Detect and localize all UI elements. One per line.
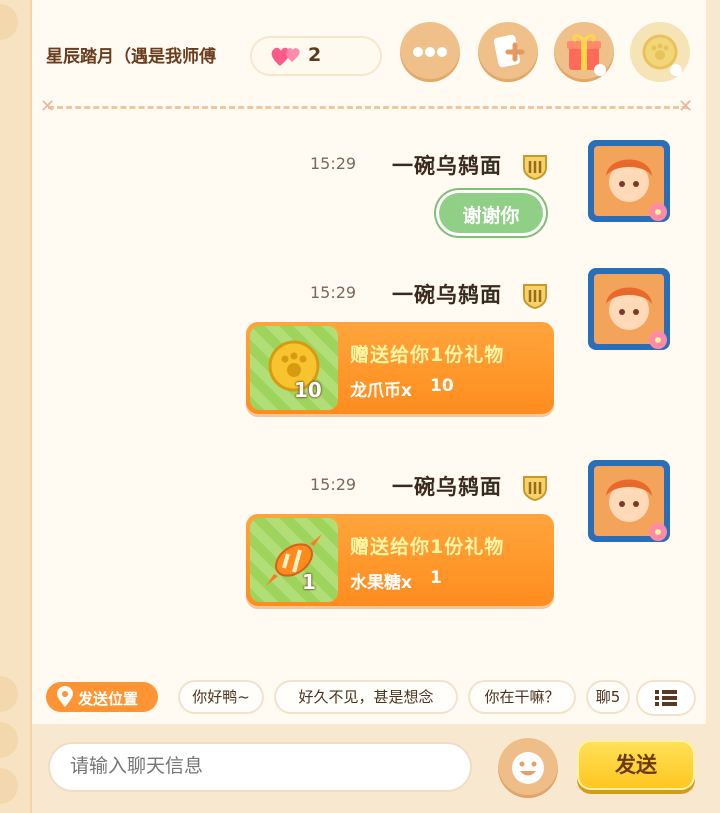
bubble-text: 谢谢你 — [462, 205, 520, 227]
send-button[interactable]: 发送 — [577, 740, 695, 790]
gift-title: 赠送给你1份礼物 — [350, 536, 505, 558]
chat-panel: 星辰踏月（遇是我师傅 2 ✕ ✕ 15:29 一碗乌鸫面 谢谢你 15:29 一… — [32, 0, 706, 813]
sender-name[interactable]: 一碗乌鸫面 — [392, 150, 502, 180]
gift-item-name: 龙爪币x — [350, 381, 412, 401]
divider-cross-icon: ✕ — [678, 96, 694, 117]
fruit-candy-icon — [266, 534, 322, 586]
quick-reply-list-button[interactable] — [638, 682, 694, 714]
gift-icon-qty: 10 — [294, 378, 322, 402]
quick-reply-chip[interactable]: 聊5 — [588, 682, 628, 712]
sender-name[interactable]: 一碗乌鸫面 — [392, 471, 502, 501]
affinity-count: 2 — [308, 44, 322, 66]
send-location-button[interactable]: 发送位置 — [46, 682, 158, 712]
location-pin-icon — [57, 686, 73, 707]
gift-item-slot: 1 — [250, 518, 338, 602]
gift-card[interactable]: 10 赠送给你1份礼物 龙爪币x 10 — [246, 322, 554, 414]
avatar-frame-icon — [588, 268, 670, 350]
gift-item-qty: 1 — [430, 568, 442, 588]
header-divider — [48, 106, 688, 113]
dragon-claw-coin-icon — [642, 34, 682, 76]
emoji-button[interactable] — [498, 738, 558, 798]
quick-reply-chip[interactable]: 你在干嘛？ — [470, 682, 574, 712]
divider-cross-icon: ✕ — [40, 96, 56, 117]
gift-box-icon — [567, 34, 606, 76]
quick-reply-bar: 发送位置 你好鸭~ 好久不见，甚是想念 你在干嘛？ 聊5 — [46, 682, 696, 716]
more-button[interactable] — [400, 22, 460, 82]
avatar[interactable] — [584, 136, 674, 226]
left-binder-strip — [0, 0, 32, 813]
rank-badge-icon — [523, 155, 547, 180]
message-time: 15:29 — [310, 154, 357, 173]
gift-item-name: 水果糖x — [350, 573, 412, 593]
binder-hole — [0, 722, 18, 758]
gift-item-qty: 10 — [430, 376, 454, 396]
more-dots-icon — [413, 47, 447, 57]
input-bar: 发送 — [32, 724, 706, 813]
gift-title: 赠送给你1份礼物 — [350, 344, 505, 366]
avatar-frame-icon — [588, 460, 670, 542]
avatar[interactable] — [584, 456, 674, 546]
gift-card[interactable]: 1 赠送给你1份礼物 水果糖x 1 — [246, 514, 554, 606]
quick-reply-chip[interactable]: 好久不见，甚是想念 — [276, 682, 456, 712]
affinity-pill[interactable]: 2 — [250, 36, 382, 76]
rank-badge-icon — [523, 476, 547, 501]
gift-item-slot: 10 — [250, 326, 338, 410]
friend-name: 星辰踏月（遇是我师傅 — [46, 47, 216, 67]
avatar[interactable] — [584, 264, 674, 354]
smiley-icon — [512, 752, 544, 784]
chat-bubble[interactable]: 谢谢你 — [436, 190, 546, 236]
add-friend-card-icon — [493, 34, 525, 68]
gift-button[interactable] — [554, 22, 614, 82]
gift-icon-qty: 1 — [302, 570, 316, 594]
binder-hole — [0, 4, 18, 40]
add-friend-button[interactable] — [478, 22, 538, 82]
quick-reply-chip[interactable]: 你好鸭~ — [180, 682, 262, 712]
coin-button[interactable] — [630, 22, 690, 82]
sender-name[interactable]: 一碗乌鸫面 — [392, 279, 502, 309]
binder-hole — [0, 768, 18, 804]
message-time: 15:29 — [310, 283, 357, 302]
message-time: 15:29 — [310, 475, 357, 494]
chat-header: 星辰踏月（遇是我师傅 2 — [32, 0, 706, 96]
right-edge-strip — [706, 0, 720, 813]
send-location-label: 发送位置 — [78, 690, 139, 708]
binder-hole — [0, 676, 18, 712]
chat-input[interactable] — [48, 742, 472, 792]
rank-badge-icon — [523, 284, 547, 309]
list-icon — [655, 690, 677, 706]
hearts-icon — [271, 47, 300, 66]
avatar-frame-icon — [588, 140, 670, 222]
